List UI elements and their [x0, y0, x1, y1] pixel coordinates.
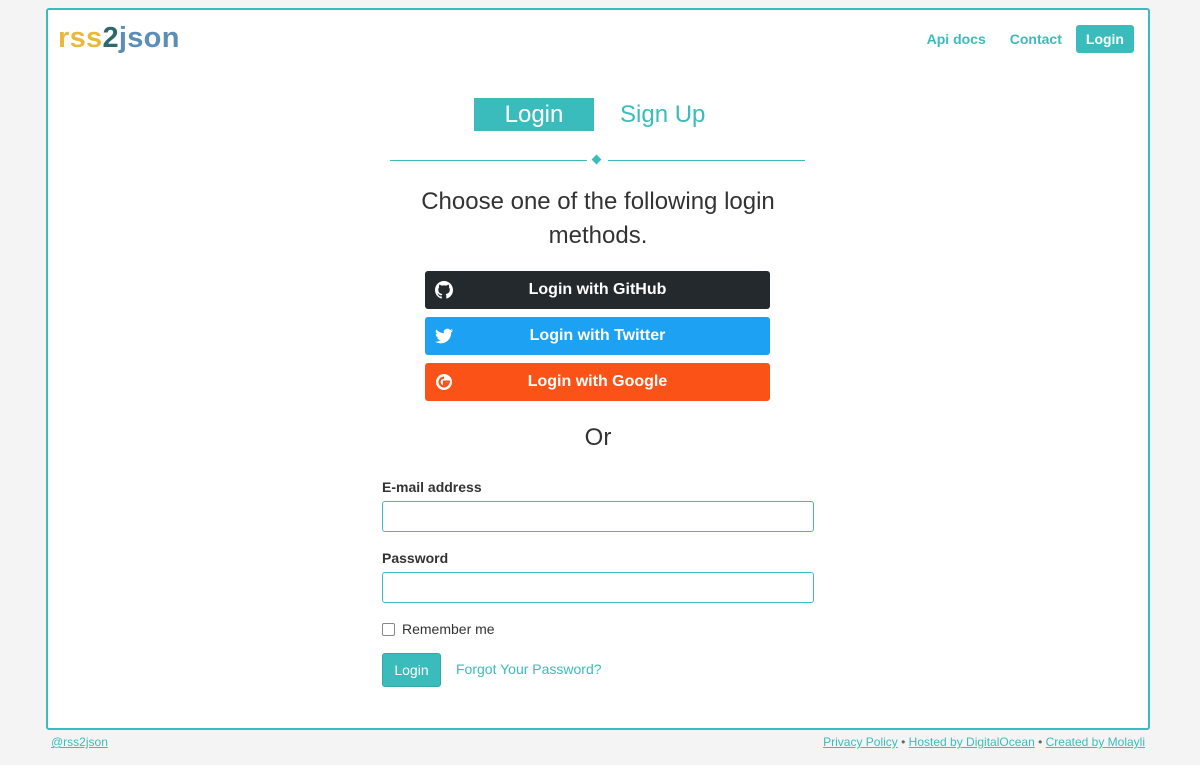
password-label: Password	[382, 550, 449, 566]
tab-login[interactable]: Login	[474, 98, 594, 131]
divider-line-left	[390, 160, 587, 161]
password-field[interactable]	[382, 572, 814, 603]
login-twitter-label: Login with Twitter	[529, 327, 666, 344]
divider-line-right	[608, 160, 805, 161]
footer-handle-link[interactable]: @rss2json	[51, 735, 108, 749]
main-container: rss2json Api docs Contact Login Login Si…	[46, 8, 1150, 730]
login-google-button[interactable]: Login with Google	[425, 363, 770, 401]
auth-tabs: Login Sign Up	[474, 98, 705, 131]
top-nav: Api docs Contact Login	[903, 25, 1134, 53]
login-twitter-button[interactable]: Login with Twitter	[425, 317, 770, 355]
login-methods-heading: Choose one of the following login method…	[421, 188, 775, 249]
or-separator: Or	[584, 424, 612, 451]
footer-created-link[interactable]: Created by Molayli	[1046, 735, 1145, 749]
forgot-password-link[interactable]: Forgot Your Password?	[456, 661, 602, 677]
google-icon	[436, 374, 452, 390]
logo-part-json: json	[118, 22, 180, 54]
remember-me-label[interactable]: Remember me	[402, 621, 495, 637]
tab-signup[interactable]: Sign Up	[620, 98, 705, 131]
footer-privacy-link[interactable]: Privacy Policy	[823, 735, 898, 749]
twitter-icon	[435, 328, 453, 344]
login-google-label: Login with Google	[527, 373, 668, 390]
section-divider	[390, 154, 805, 167]
login-github-button[interactable]: Login with GitHub	[425, 271, 770, 309]
logo-part-2: 2	[102, 22, 119, 54]
remember-me-row: Remember me	[382, 621, 495, 637]
nav-contact-link[interactable]: Contact	[1010, 31, 1062, 47]
github-icon	[435, 281, 453, 299]
email-field[interactable]	[382, 501, 814, 532]
email-label: E-mail address	[382, 479, 482, 495]
footer-separator: •	[897, 735, 909, 749]
site-logo[interactable]: rss2json	[58, 22, 180, 55]
nav-api-docs-link[interactable]: Api docs	[927, 31, 986, 47]
nav-login-button[interactable]: Login	[1075, 25, 1134, 53]
footer-hosted-link[interactable]: Hosted by DigitalOcean	[909, 735, 1035, 749]
footer-separator: •	[1034, 735, 1046, 749]
divider-diamond-icon	[591, 154, 602, 165]
remember-me-checkbox[interactable]	[382, 622, 395, 636]
logo-part-rss: rss	[58, 22, 103, 54]
login-submit-button[interactable]: Login	[382, 653, 441, 687]
footer-links: Privacy Policy • Hosted by DigitalOcean …	[823, 735, 1145, 749]
login-github-label: Login with GitHub	[528, 281, 667, 298]
